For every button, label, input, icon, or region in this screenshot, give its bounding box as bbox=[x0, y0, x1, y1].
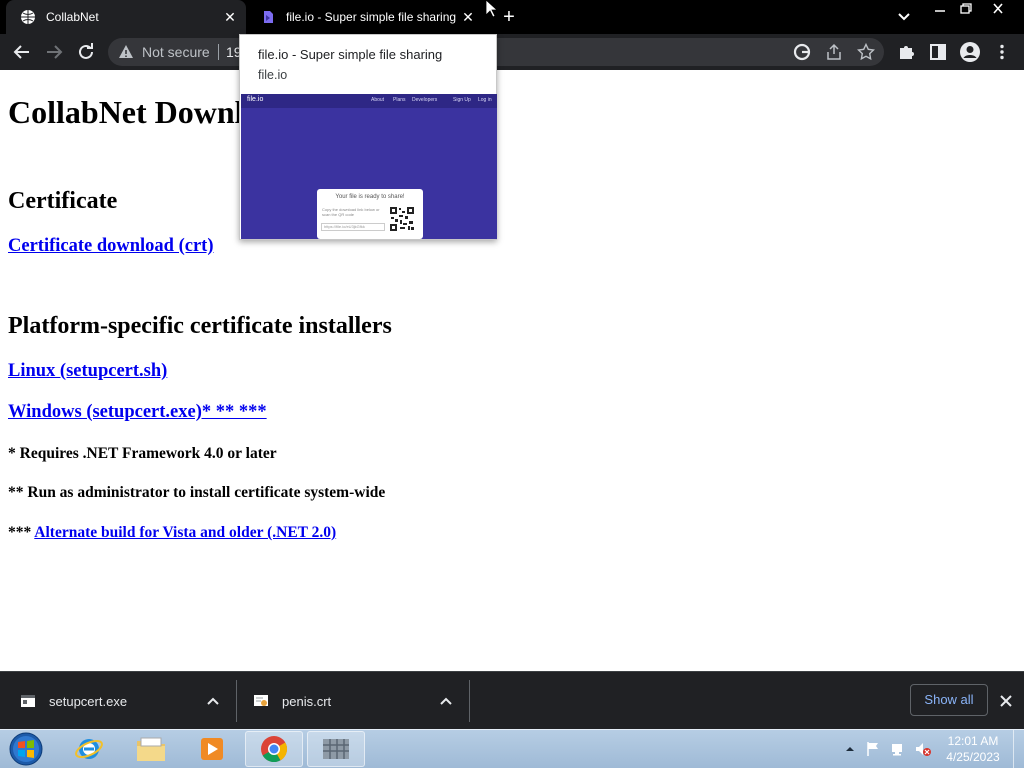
hover-card-title: file.io - Super simple file sharing bbox=[258, 47, 443, 62]
page-title: CollabNet Downl bbox=[8, 94, 244, 130]
side-panel-icon[interactable] bbox=[926, 40, 950, 64]
security-status[interactable]: Not secure bbox=[142, 44, 210, 60]
extensions-puzzle-icon[interactable] bbox=[894, 40, 918, 64]
alternate-build-link[interactable]: Alternate build for Vista and older (.NE… bbox=[34, 524, 336, 541]
show-desktop-button[interactable] bbox=[1013, 730, 1024, 768]
download-filename: setupcert.exe bbox=[49, 693, 128, 709]
divider bbox=[236, 680, 237, 722]
close-tab-icon[interactable]: ✕ bbox=[458, 7, 478, 27]
show-all-button[interactable]: Show all bbox=[910, 684, 988, 716]
note-dotnet: * Requires .NET Framework 4.0 or later bbox=[8, 445, 277, 462]
certificate-file-icon bbox=[254, 695, 268, 706]
close-icon[interactable] bbox=[996, 691, 1016, 711]
profile-avatar-icon[interactable] bbox=[958, 40, 982, 64]
google-lens-icon[interactable] bbox=[790, 40, 814, 64]
minimize-button[interactable] bbox=[927, 0, 953, 18]
preview-nav-link: Sign Up bbox=[453, 97, 471, 103]
close-window-button[interactable] bbox=[985, 0, 1011, 18]
forward-arrow-icon[interactable] bbox=[42, 40, 66, 64]
preview-logo: file.io bbox=[247, 96, 264, 103]
download-shelf: setupcert.exe penis.crt Show all bbox=[0, 671, 1024, 729]
reload-icon[interactable] bbox=[74, 40, 98, 64]
system-clock[interactable]: 12:01 AM 4/25/2023 bbox=[936, 733, 1010, 765]
tab-hover-card: file.io - Super simple file sharing file… bbox=[239, 34, 497, 240]
chrome-icon[interactable] bbox=[245, 731, 303, 767]
bookmark-star-icon[interactable] bbox=[854, 40, 878, 64]
windows-taskbar: 12:01 AM 4/25/2023 bbox=[0, 729, 1024, 768]
qr-code-icon bbox=[389, 206, 415, 232]
exe-file-icon bbox=[21, 695, 35, 707]
preview-nav-link: About bbox=[371, 97, 385, 103]
tab-title: CollabNet bbox=[46, 10, 99, 24]
preview-card-url: https://file.io/eU3jkGfkk bbox=[321, 223, 385, 231]
page-preview-thumbnail: file.io About Plans Developers Sign Up L… bbox=[241, 94, 497, 239]
divider bbox=[469, 680, 470, 722]
mouse-cursor-icon bbox=[485, 0, 497, 18]
preview-nav-link: Developers bbox=[412, 97, 438, 103]
preview-nav-link: Plans bbox=[393, 97, 406, 103]
note-prefix: *** bbox=[8, 524, 35, 541]
warning-icon[interactable] bbox=[118, 44, 134, 60]
tab-strip: CollabNet ✕ file.io - Super simple file … bbox=[0, 0, 1024, 34]
clock-time: 12:01 AM bbox=[947, 734, 999, 748]
menu-kebab-icon[interactable] bbox=[990, 40, 1014, 64]
windows-installer-link[interactable]: Windows (setupcert.exe)* ** *** bbox=[8, 402, 267, 423]
start-button[interactable] bbox=[6, 731, 46, 767]
network-tray-icon[interactable] bbox=[889, 740, 907, 758]
chevron-up-icon[interactable] bbox=[205, 693, 221, 709]
divider bbox=[218, 44, 219, 60]
preview-card-title: Your file is ready to share! bbox=[335, 194, 405, 200]
installers-heading: Platform-specific certificate installers bbox=[8, 313, 392, 339]
page-content: CollabNet Downl Certificate Certificate … bbox=[0, 70, 1024, 671]
certificate-heading: Certificate bbox=[8, 188, 118, 214]
download-item-setupcert[interactable]: setupcert.exe bbox=[20, 672, 127, 730]
globe-icon bbox=[20, 9, 36, 25]
linux-installer-link[interactable]: Linux (setupcert.sh) bbox=[8, 361, 167, 382]
preview-navbar: file.io About Plans Developers Sign Up L… bbox=[241, 94, 497, 108]
tab-fileio[interactable]: file.io - Super simple file sharing ✕ bbox=[250, 0, 484, 34]
chevron-down-icon[interactable] bbox=[894, 7, 914, 27]
show-hidden-icons-icon[interactable] bbox=[845, 744, 855, 754]
tab-title: file.io - Super simple file sharing bbox=[286, 10, 457, 24]
action-center-flag-icon[interactable] bbox=[864, 740, 882, 758]
restore-button[interactable] bbox=[952, 0, 978, 18]
browser-toolbar: Not secure 19 bbox=[0, 34, 1024, 70]
close-tab-icon[interactable]: ✕ bbox=[220, 7, 240, 27]
note-alternate: *** Alternate build for Vista and older … bbox=[8, 524, 336, 542]
preview-card-text: Copy the download link below or scan the… bbox=[322, 207, 380, 217]
file-explorer-icon[interactable] bbox=[122, 731, 180, 767]
certificate-download-link[interactable]: Certificate download (crt) bbox=[8, 236, 214, 257]
fileio-favicon bbox=[260, 9, 276, 25]
preview-share-card: Your file is ready to share! Copy the do… bbox=[317, 189, 423, 239]
media-player-icon[interactable] bbox=[183, 731, 241, 767]
new-tab-button[interactable]: + bbox=[498, 6, 520, 28]
share-icon[interactable] bbox=[822, 40, 846, 64]
download-filename: penis.crt bbox=[282, 693, 332, 709]
volume-muted-icon[interactable] bbox=[914, 740, 932, 758]
note-admin: ** Run as administrator to install certi… bbox=[8, 484, 386, 501]
network-icon[interactable] bbox=[307, 731, 365, 767]
chevron-up-icon[interactable] bbox=[438, 693, 454, 709]
download-item-crt[interactable]: penis.crt bbox=[253, 672, 331, 730]
clock-date: 4/25/2023 bbox=[946, 750, 1000, 764]
tab-collabnet[interactable]: CollabNet ✕ bbox=[6, 0, 246, 34]
back-arrow-icon[interactable] bbox=[10, 40, 34, 64]
hover-card-domain: file.io bbox=[258, 68, 288, 82]
internet-explorer-icon[interactable] bbox=[60, 731, 118, 767]
preview-nav-link: Log in bbox=[478, 97, 492, 103]
